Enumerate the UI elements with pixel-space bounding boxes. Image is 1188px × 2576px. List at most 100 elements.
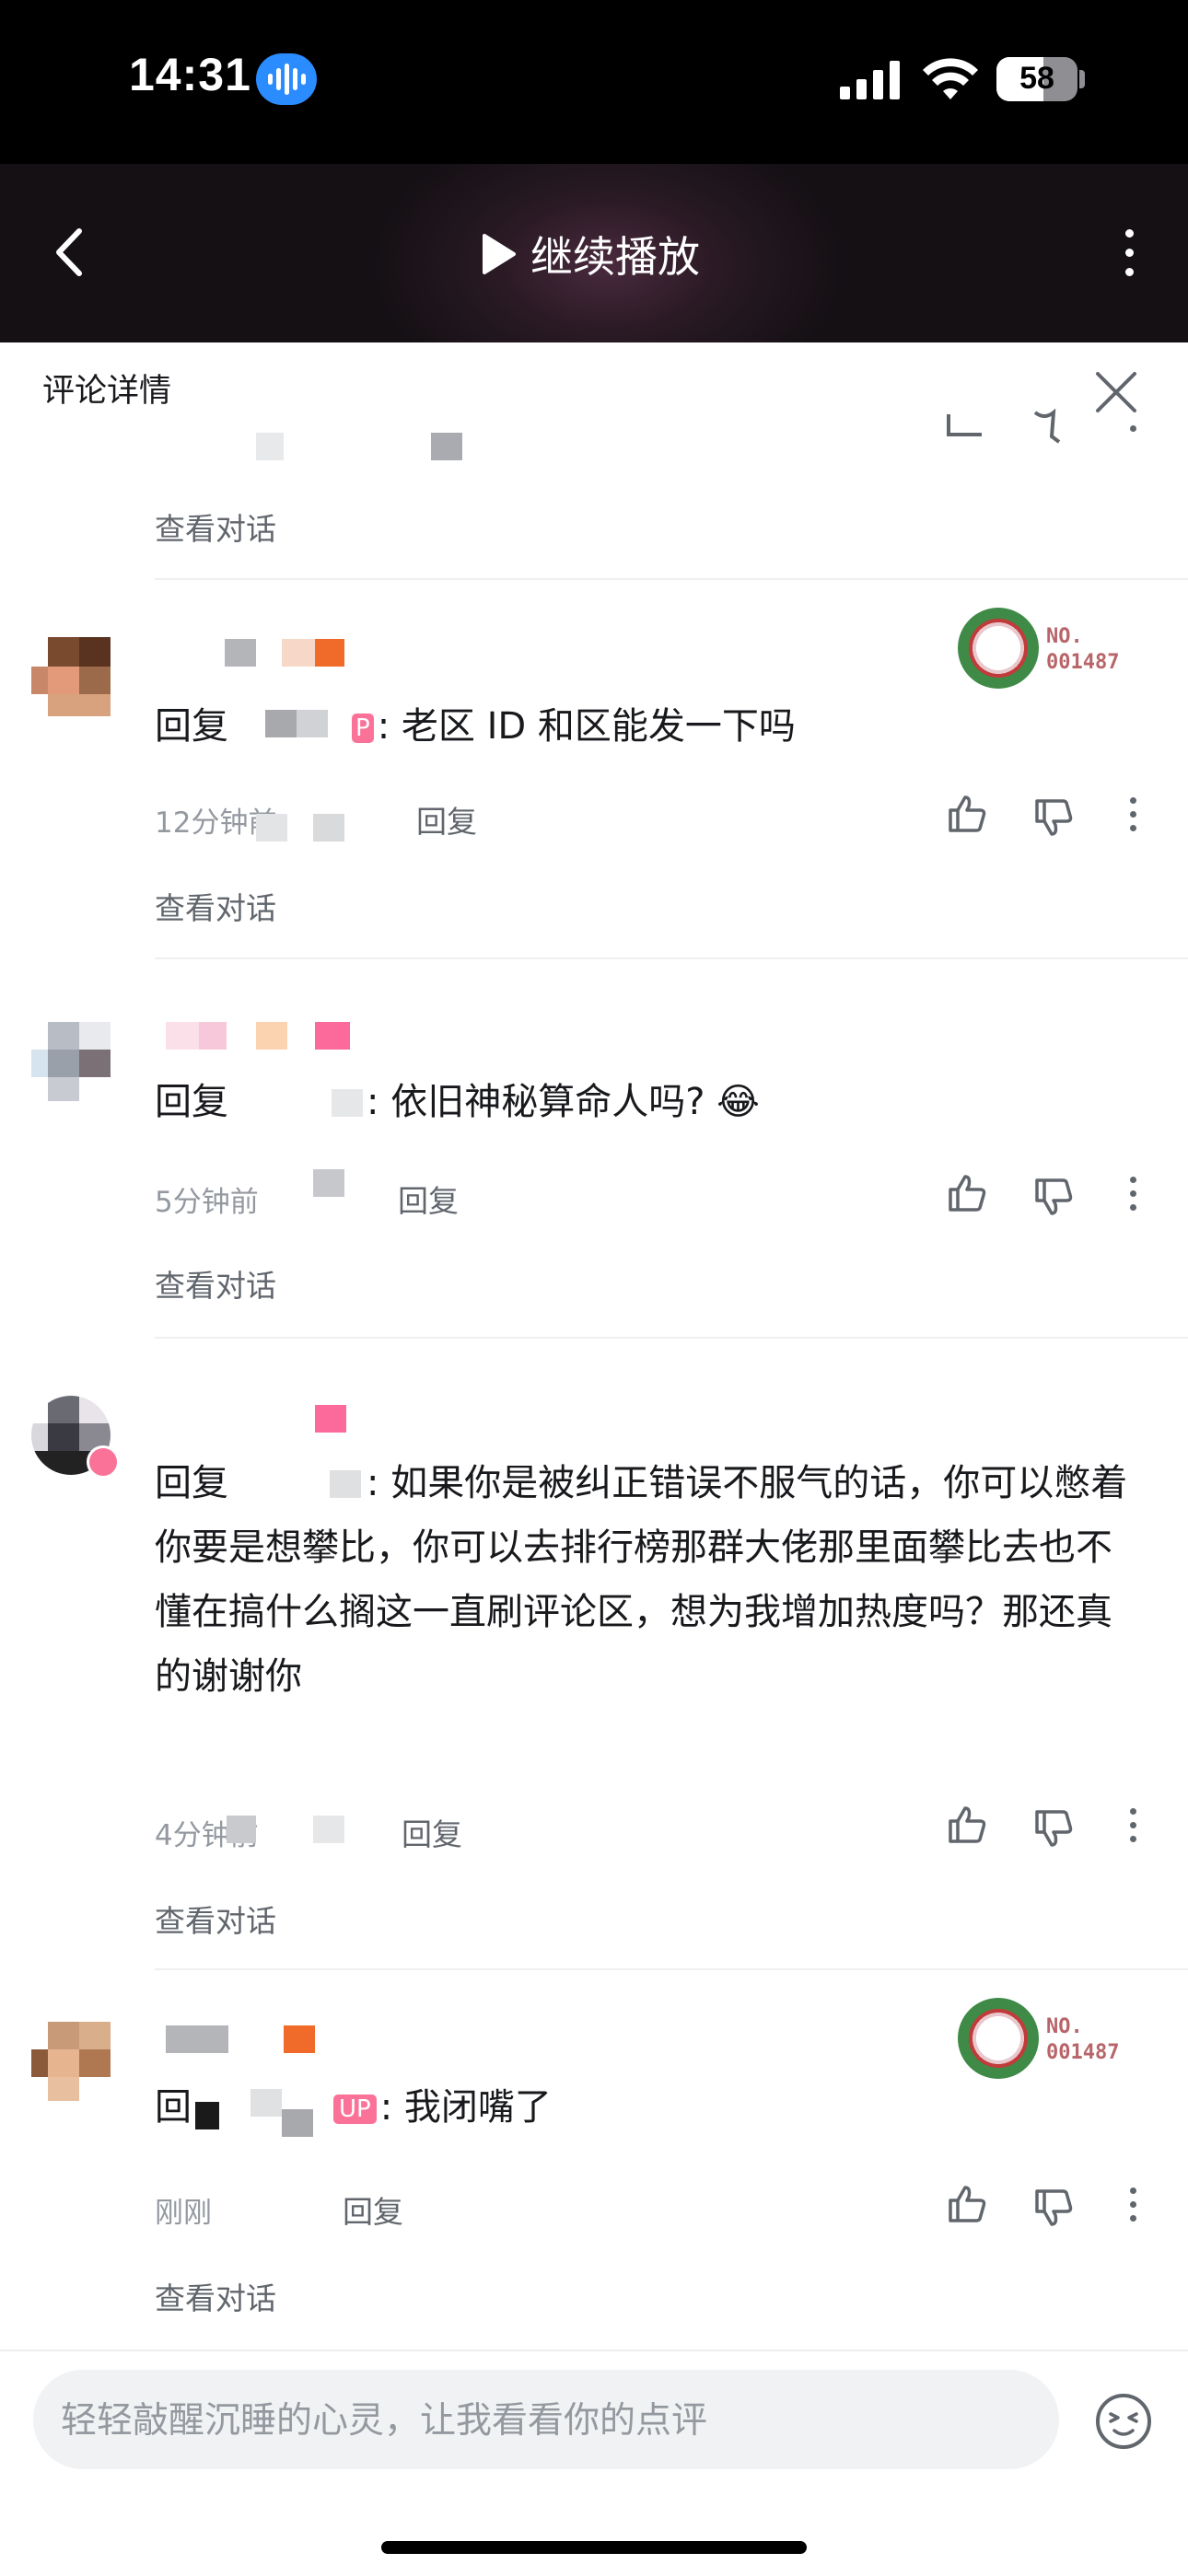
comment-item: 查看对话	[0, 405, 1188, 580]
thumb-down-icon[interactable]	[1031, 1806, 1076, 1851]
comment-input-container	[33, 2370, 1059, 2471]
video-header: 继续播放	[0, 164, 1188, 342]
continue-play-button[interactable]: 继续播放	[479, 217, 700, 291]
dot	[1124, 228, 1134, 238]
thumb-up-icon[interactable]	[945, 409, 989, 436]
divider	[155, 957, 1188, 959]
medal-number: 001487	[1046, 2041, 1120, 2064]
censor-block	[256, 433, 284, 460]
comment-more-button[interactable]	[1124, 1171, 1142, 1215]
censor-block	[313, 1169, 344, 1197]
comment-text: 回 UP: 我闭嘴了	[155, 2075, 1133, 2140]
view-conversation-link[interactable]: 查看对话	[155, 1897, 276, 1941]
thumb-up-icon[interactable]	[945, 1803, 989, 1847]
medal-label: NO.	[1046, 2015, 1083, 2038]
reply-body-continued: 你要是想攀比，你可以去排行榜那群大佬那里面攀比去也不懂在搞什么搁这一直刷评论区，…	[155, 1526, 1112, 1698]
cellular-signal-icon	[840, 59, 900, 99]
reply-button[interactable]: 回复	[398, 1177, 459, 1221]
censored-username	[228, 1085, 367, 1122]
comment-input[interactable]	[59, 2370, 1039, 2471]
more-options-button[interactable]	[1101, 215, 1157, 289]
badge: P	[352, 714, 374, 743]
emoji-icon[interactable]	[1094, 2392, 1153, 2451]
censor-block	[225, 639, 256, 667]
avatar[interactable]	[31, 1022, 111, 1101]
play-icon	[483, 234, 516, 274]
thumb-up-icon[interactable]	[945, 792, 989, 836]
reply-body: : 依旧神秘算命人吗? 😂	[367, 1081, 760, 1123]
censored-username	[192, 2089, 330, 2137]
censor-block	[315, 639, 344, 667]
dot	[1124, 267, 1134, 276]
avatar[interactable]	[31, 637, 111, 716]
thumb-up-icon[interactable]	[945, 2182, 989, 2226]
continue-play-label: 继续播放	[530, 232, 700, 282]
fan-medal-icon	[958, 608, 1039, 689]
comment-more-button[interactable]	[1124, 2182, 1142, 2226]
reply-prefix: 回复	[155, 1462, 228, 1504]
reply-body: : 老区 ID 和区能发一下吗	[377, 705, 796, 748]
censored-username	[228, 1467, 367, 1503]
status-bar: 14:31 58	[0, 0, 1188, 164]
comment-more-button[interactable]	[1124, 405, 1142, 438]
battery-tip	[1079, 70, 1085, 88]
status-time: 14:31	[129, 49, 251, 100]
thumb-down-icon[interactable]	[1031, 2186, 1076, 2230]
censor-block	[199, 1022, 227, 1050]
reply-body: : 如果你是被纠正错误不服气的话，你可以憋着	[367, 1462, 1128, 1504]
thumb-up-icon[interactable]	[945, 1171, 989, 1215]
reply-prefix: 回	[155, 2086, 192, 2129]
thumb-down-icon[interactable]	[1031, 795, 1076, 840]
home-indicator[interactable]	[381, 2541, 807, 2554]
medal-number: 001487	[1046, 651, 1120, 674]
reply-button[interactable]: 回复	[402, 1810, 462, 1854]
comment-text: 回复 P: 老区 ID 和区能发一下吗	[155, 694, 1133, 759]
divider	[155, 578, 1188, 580]
view-conversation-link[interactable]: 查看对话	[155, 1261, 276, 1305]
reply-prefix: 回复	[155, 1081, 228, 1123]
comment-time: 刚刚	[155, 2197, 212, 2230]
censor-block	[256, 1022, 287, 1050]
comment-item: 回复 : 依旧神秘算命人吗? 😂 5分钟前 回复 查看对话	[0, 987, 1188, 1337]
censor-block	[256, 814, 287, 841]
comment-item: 回复 : 如果你是被纠正错误不服气的话，你可以憋着你要是想攀比，你可以去排行榜那群…	[0, 1366, 1188, 1970]
wifi-icon	[923, 58, 978, 99]
divider	[155, 1337, 1188, 1339]
censor-block	[227, 1816, 256, 1843]
reply-button[interactable]: 回复	[343, 2187, 403, 2232]
view-conversation-link[interactable]: 查看对话	[155, 505, 276, 549]
comment-text: 回复 : 如果你是被纠正错误不服气的话，你可以憋着你要是想攀比，你可以去排行榜那群…	[155, 1451, 1133, 1709]
comment-item: NO. 001487 回复 P: 老区 ID 和区能发一下吗 12分钟前 回复 查…	[0, 608, 1188, 957]
medal-label: NO.	[1046, 625, 1083, 648]
reply-body: : 我闭嘴了	[379, 2086, 552, 2129]
censor-block	[166, 2025, 228, 2053]
thumb-down-icon[interactable]	[1031, 409, 1076, 446]
thumb-down-icon[interactable]	[1031, 1175, 1076, 1219]
vip-badge-icon	[87, 1445, 120, 1479]
comment-text: 回复 : 依旧神秘算命人吗? 😂	[155, 1070, 1133, 1134]
battery-percent: 58	[1019, 61, 1054, 96]
battery-icon: 58	[996, 57, 1077, 101]
comment-time: 5分钟前	[155, 1186, 259, 1219]
censor-block	[313, 1816, 344, 1843]
dot	[1124, 248, 1134, 257]
censor-block	[313, 814, 344, 841]
voice-activity-icon	[256, 53, 317, 105]
comment-more-button[interactable]	[1124, 792, 1142, 836]
fan-medal-icon	[958, 1998, 1039, 2079]
reply-button[interactable]: 回复	[416, 797, 477, 841]
censor-block	[315, 1405, 346, 1433]
censor-block	[284, 2025, 315, 2053]
view-conversation-link[interactable]: 查看对话	[155, 884, 276, 928]
censored-username	[228, 710, 348, 747]
censor-block	[431, 433, 462, 460]
avatar[interactable]	[31, 2022, 111, 2101]
censor-block	[282, 639, 315, 667]
up-badge: UP	[333, 2094, 377, 2124]
view-conversation-link[interactable]: 查看对话	[155, 2274, 276, 2318]
comment-more-button[interactable]	[1124, 1803, 1142, 1847]
reply-prefix: 回复	[155, 705, 228, 748]
censor-block	[315, 1022, 350, 1050]
back-button[interactable]	[37, 215, 101, 289]
comment-item: NO. 001487 回 UP: 我闭嘴了 刚刚 回复 查看对话	[0, 1998, 1188, 2348]
